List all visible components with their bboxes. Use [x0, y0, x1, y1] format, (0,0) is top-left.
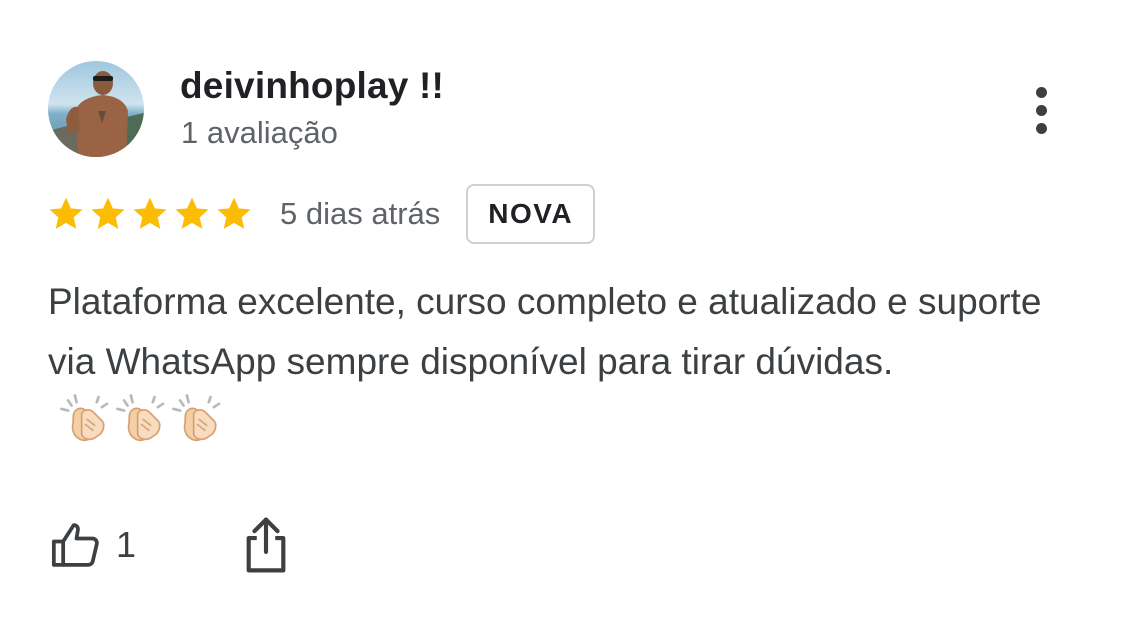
clapping-hands-icon: [58, 392, 112, 464]
review-body: Plataforma excelente, curso completo e a…: [48, 281, 1042, 382]
share-button[interactable]: [240, 515, 292, 575]
avatar-image: [48, 61, 144, 157]
clapping-hands-icon: [114, 392, 168, 464]
star-rating: [46, 194, 254, 234]
star-icon: [46, 194, 86, 234]
review-count: 1 avaliação: [181, 115, 338, 150]
like-button[interactable]: 1: [48, 517, 136, 573]
review-text: Plataforma excelente, curso completo e a…: [48, 272, 1068, 464]
star-icon: [172, 194, 212, 234]
like-count: 1: [116, 524, 137, 565]
thumbs-up-icon: [51, 523, 99, 567]
rating-row: 5 dias atrás NOVA: [46, 182, 596, 246]
review-actions: 1: [48, 515, 292, 575]
star-icon: [214, 194, 254, 234]
star-icon: [88, 194, 128, 234]
star-icon: [130, 194, 170, 234]
review-date: 5 dias atrás: [280, 196, 441, 231]
new-badge: NOVA: [466, 184, 596, 244]
user-name[interactable]: deivinhoplay !!: [180, 62, 444, 110]
share-icon: [246, 517, 286, 573]
emoji-row: [58, 392, 224, 464]
avatar[interactable]: [48, 61, 144, 157]
review-card: deivinhoplay !! 1 avaliação 5 dias atrás…: [0, 0, 1125, 639]
more-vert-icon: [1035, 86, 1047, 98]
more-options-button[interactable]: [1016, 80, 1066, 140]
clapping-hands-icon: [170, 392, 224, 464]
